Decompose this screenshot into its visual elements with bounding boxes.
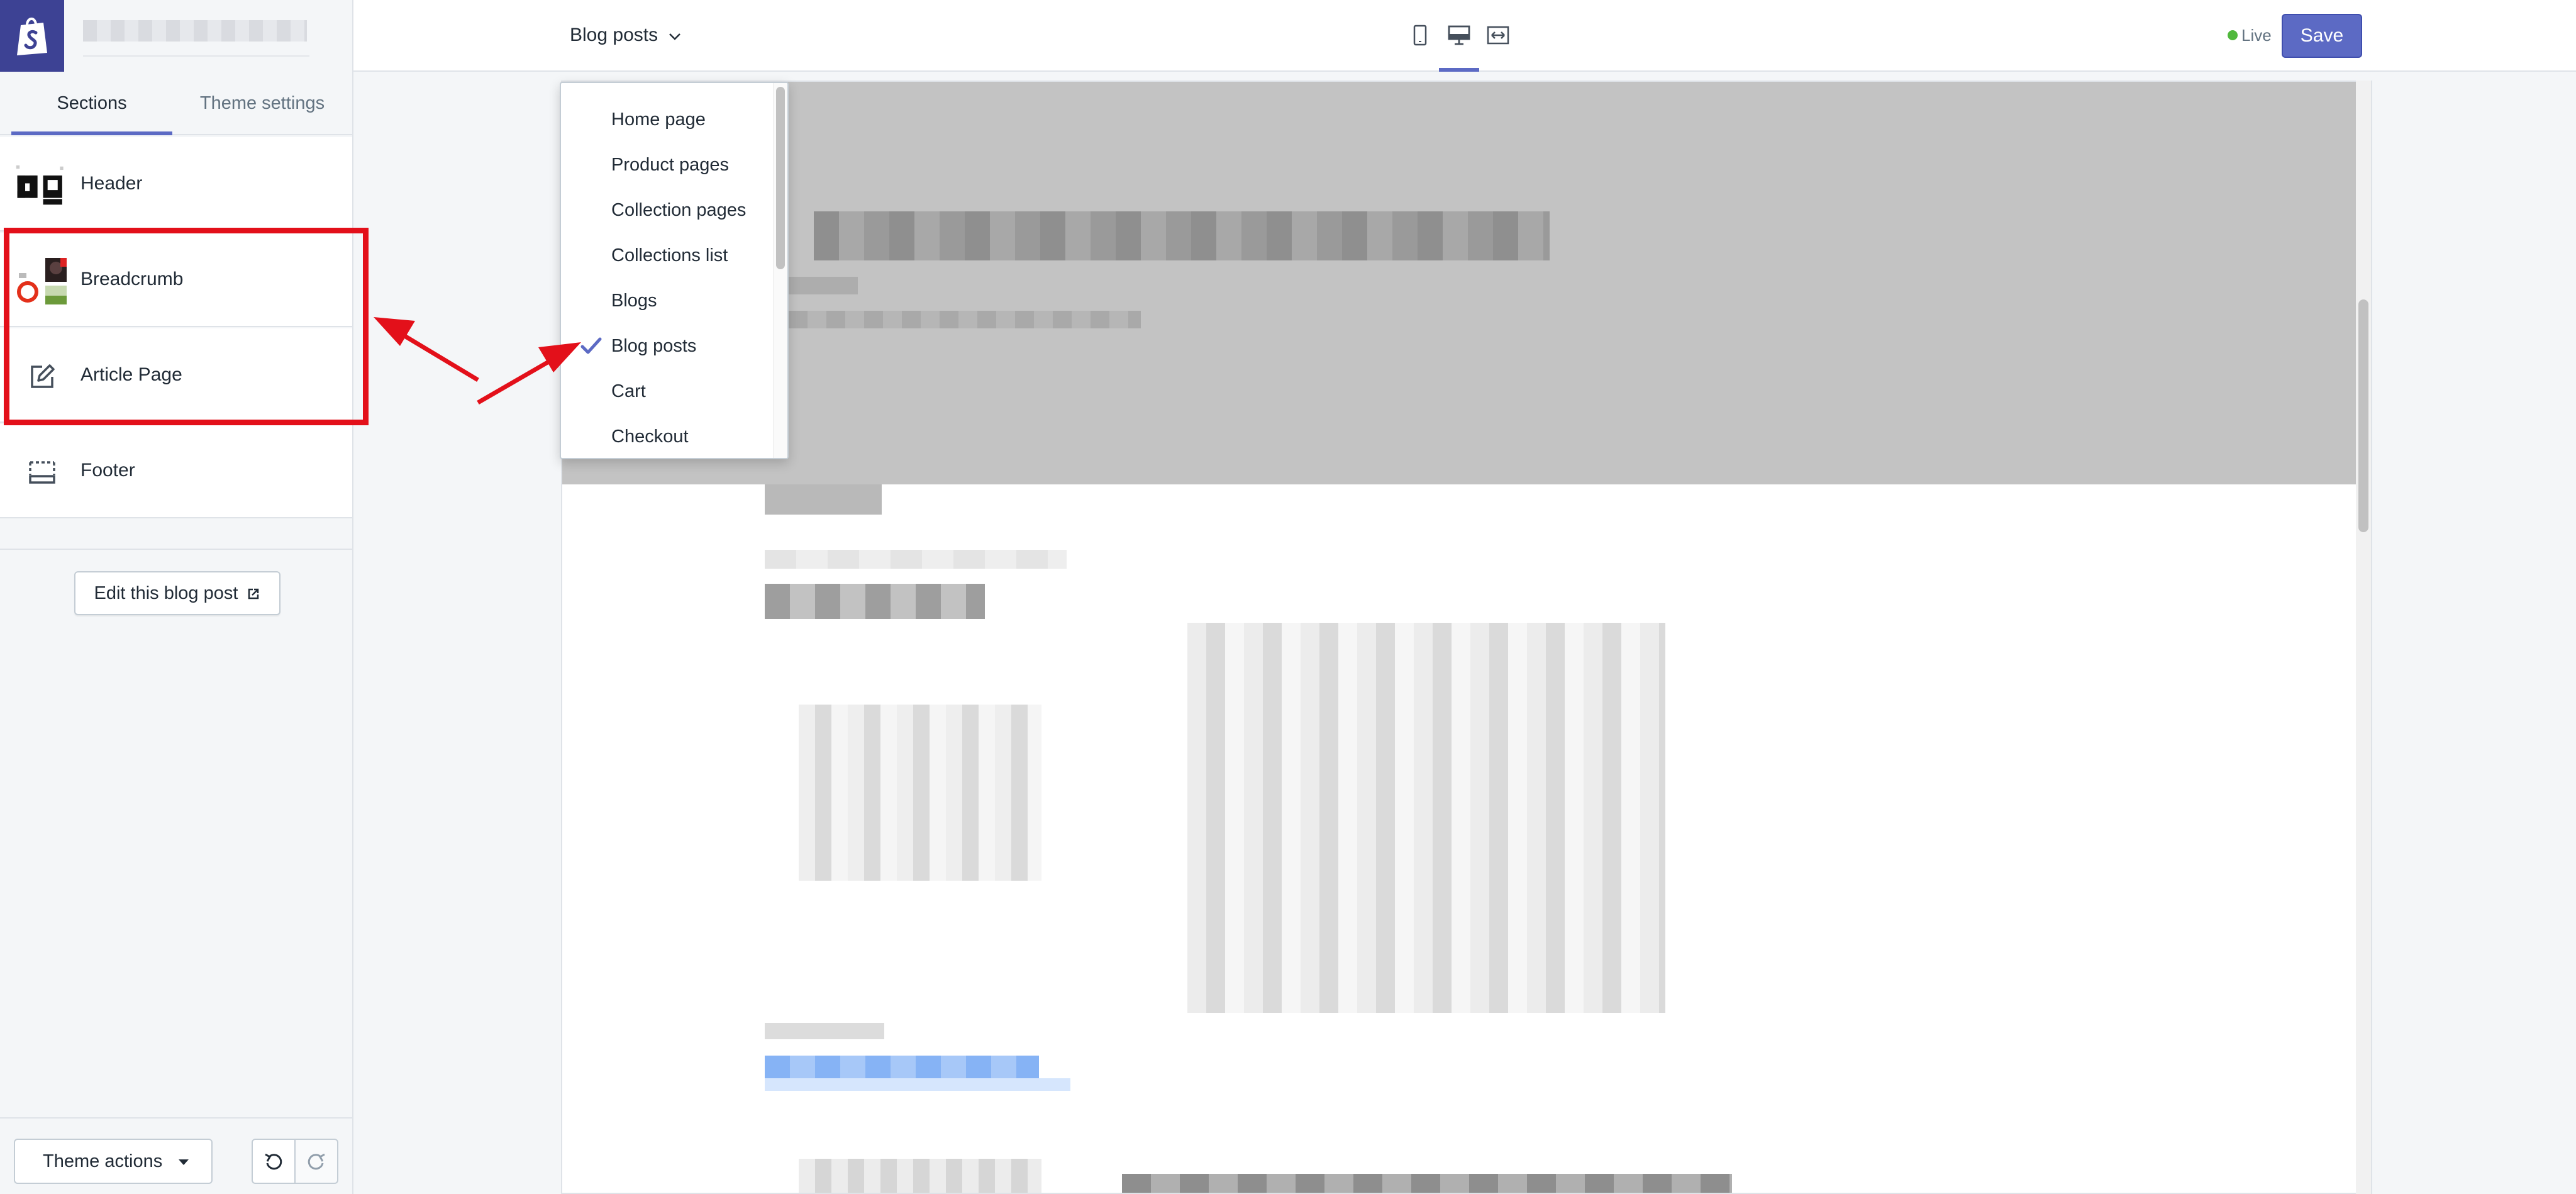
redo-icon xyxy=(308,1153,325,1170)
store-preview[interactable] xyxy=(561,81,2372,1194)
section-footer[interactable]: Footer xyxy=(0,424,352,518)
blurred-text xyxy=(765,1023,884,1039)
active-view-indicator xyxy=(1439,68,1479,72)
preview-scrollbar[interactable] xyxy=(2356,81,2371,1194)
blurred-text xyxy=(765,584,985,619)
breadcrumb-thumbnail xyxy=(16,255,68,307)
blurred-text xyxy=(765,550,1067,569)
edit-icon xyxy=(16,351,68,403)
tab-sections[interactable]: Sections xyxy=(11,72,172,135)
footer-layout-icon xyxy=(16,447,68,498)
blurred-link xyxy=(765,1078,1070,1091)
section-breadcrumb[interactable]: Breadcrumb xyxy=(0,233,352,327)
page-type-selector[interactable]: Blog posts xyxy=(570,0,682,70)
header-logo-thumbnail xyxy=(15,160,67,211)
blurred-text xyxy=(789,311,1141,328)
sidebar: Sections Theme settings Header Breadcrum… xyxy=(0,0,353,1194)
undo-button[interactable] xyxy=(252,1139,296,1184)
dropdown-item-blogs[interactable]: Blogs xyxy=(561,278,775,323)
blurred-text xyxy=(789,277,858,294)
dropdown-item-checkout[interactable]: Checkout xyxy=(561,414,775,458)
chevron-down-icon xyxy=(669,33,681,40)
dropdown-item-collection-pages[interactable]: Collection pages xyxy=(561,187,775,233)
sidebar-footer: Theme actions xyxy=(0,1117,352,1194)
blurred-image xyxy=(799,705,1041,881)
store-name xyxy=(83,20,307,42)
edit-blog-post-button[interactable]: Edit this blog post xyxy=(74,571,280,615)
desktop-view-icon[interactable] xyxy=(1446,23,1472,48)
sidebar-tabs: Sections Theme settings xyxy=(0,72,352,135)
theme-actions-button[interactable]: Theme actions xyxy=(14,1139,213,1184)
dropdown-scrollbar-thumb[interactable] xyxy=(776,87,785,269)
blurred-title xyxy=(814,211,1550,260)
blurred-text xyxy=(765,484,882,515)
undo-icon xyxy=(265,1153,282,1170)
section-label: Footer xyxy=(80,460,135,481)
section-label: Article Page xyxy=(80,364,182,385)
sections-divider xyxy=(0,549,352,550)
page-type-dropdown: Home page Product pages Collection pages… xyxy=(560,82,789,459)
preview-breadcrumb-banner xyxy=(562,82,2371,484)
section-label: Header xyxy=(80,173,143,194)
dropdown-item-cart[interactable]: Cart xyxy=(561,369,775,414)
blurred-text xyxy=(1122,1174,1732,1193)
dropdown-item-label: Blog posts xyxy=(611,336,697,356)
dropdown-item-product-pages[interactable]: Product pages xyxy=(561,142,775,187)
live-status: Live xyxy=(2228,0,2272,70)
theme-actions-label: Theme actions xyxy=(43,1151,163,1171)
dropdown-item-home-page[interactable]: Home page xyxy=(561,97,775,142)
blurred-image xyxy=(1187,623,1665,1013)
editor-topbar: Blog posts Live Save xyxy=(353,0,2576,72)
dropdown-item-collections-list[interactable]: Collections list xyxy=(561,233,775,278)
store-name-divider xyxy=(83,55,309,57)
blurred-link xyxy=(765,1056,1039,1078)
dropdown-item-blog-posts[interactable]: Blog posts xyxy=(561,323,775,369)
blurred-image xyxy=(799,1159,1041,1193)
page-type-label: Blog posts xyxy=(570,25,658,45)
save-button[interactable]: Save xyxy=(2282,14,2362,58)
shopify-logo[interactable] xyxy=(0,0,64,72)
mobile-view-icon[interactable] xyxy=(1407,23,1433,48)
section-article-page[interactable]: Article Page xyxy=(0,328,352,423)
live-dot-icon xyxy=(2228,30,2238,41)
tab-theme-settings[interactable]: Theme settings xyxy=(172,72,352,134)
edit-blog-post-label: Edit this blog post xyxy=(94,583,238,603)
external-link-icon xyxy=(248,589,259,600)
section-header[interactable]: Header xyxy=(0,137,352,232)
live-label: Live xyxy=(2241,26,2272,45)
section-label: Breadcrumb xyxy=(80,269,184,289)
redo-button[interactable] xyxy=(294,1139,338,1184)
annotation-arrow-to-sections xyxy=(374,317,479,382)
shopify-bag-icon xyxy=(17,18,47,55)
preview-scrollbar-thumb[interactable] xyxy=(2358,299,2368,532)
fullscreen-view-icon[interactable] xyxy=(1485,23,1511,48)
caret-down-icon xyxy=(179,1159,189,1165)
